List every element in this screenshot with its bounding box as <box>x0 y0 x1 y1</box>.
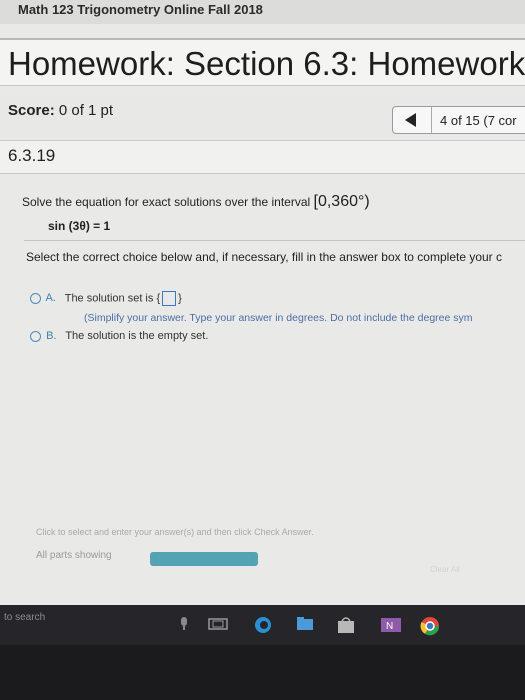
progress-bar <box>150 552 258 566</box>
nav-divider <box>431 107 432 133</box>
choice-a-letter: A. <box>45 292 56 305</box>
score-row: Score: 0 of 1 pt 4 of 15 (7 cor <box>0 96 525 138</box>
answer-input[interactable] <box>162 291 177 306</box>
score-value: 0 of 1 pt <box>58 102 114 119</box>
score: Score: 0 of 1 pt <box>8 102 113 119</box>
prev-question-icon[interactable] <box>405 113 416 127</box>
interval: [0,360°) <box>313 193 370 210</box>
parts-showing: All parts showing <box>36 550 112 561</box>
course-title[interactable]: Math 123 Trigonometry Online Fall 2018 <box>0 0 525 24</box>
store-icon[interactable] <box>336 616 356 634</box>
taskbar: to search N <box>0 605 525 645</box>
chrome-icon[interactable] <box>420 616 440 636</box>
prompt-text: Solve the equation for exact solutions o… <box>22 195 311 209</box>
microphone-icon[interactable] <box>176 616 192 632</box>
choice-b-text: The solution is the empty set. <box>65 330 209 342</box>
choice-a-radio[interactable] <box>30 293 41 304</box>
choice-b[interactable]: B. The solution is the empty set. <box>30 330 208 342</box>
question-number: 6.3.19 <box>8 146 56 165</box>
question-header: 6.3.19 <box>0 140 525 174</box>
choice-b-letter: B. <box>46 330 57 342</box>
task-view-icon[interactable] <box>208 616 228 632</box>
question-navigator[interactable]: 4 of 15 (7 cor <box>392 106 525 134</box>
choice-instruction: Select the correct choice below and, if … <box>26 250 503 264</box>
choice-b-radio[interactable] <box>30 330 41 342</box>
question-prompt: Solve the equation for exact solutions o… <box>22 193 370 211</box>
taskbar-search[interactable]: to search <box>4 612 45 623</box>
edge-browser-icon[interactable] <box>254 616 272 634</box>
equation: sin (3θ) = 1 <box>48 219 111 233</box>
choice-a-text: The solution set is <box>64 292 154 305</box>
choice-a[interactable]: A. The solution set is {} <box>30 291 182 306</box>
screen: Math 123 Trigonometry Online Fall 2018 H… <box>0 0 525 605</box>
score-label: Score: <box>8 102 55 119</box>
divider <box>24 240 525 241</box>
file-explorer-icon[interactable] <box>296 616 314 632</box>
answer-hint: (Simplify your answer. Type your answer … <box>84 312 473 324</box>
question-position[interactable]: 4 of 15 (7 cor <box>440 113 517 128</box>
homework-title: Homework: Section 6.3: Homework <box>0 38 525 86</box>
footer-instruction: Click to select and enter your answer(s)… <box>36 527 314 537</box>
open-brace: { <box>156 292 161 305</box>
svg-text:N: N <box>386 621 393 632</box>
clear-all-button[interactable]: Clear All <box>430 565 460 574</box>
close-brace: } <box>178 292 182 305</box>
onenote-icon[interactable]: N <box>380 616 402 634</box>
